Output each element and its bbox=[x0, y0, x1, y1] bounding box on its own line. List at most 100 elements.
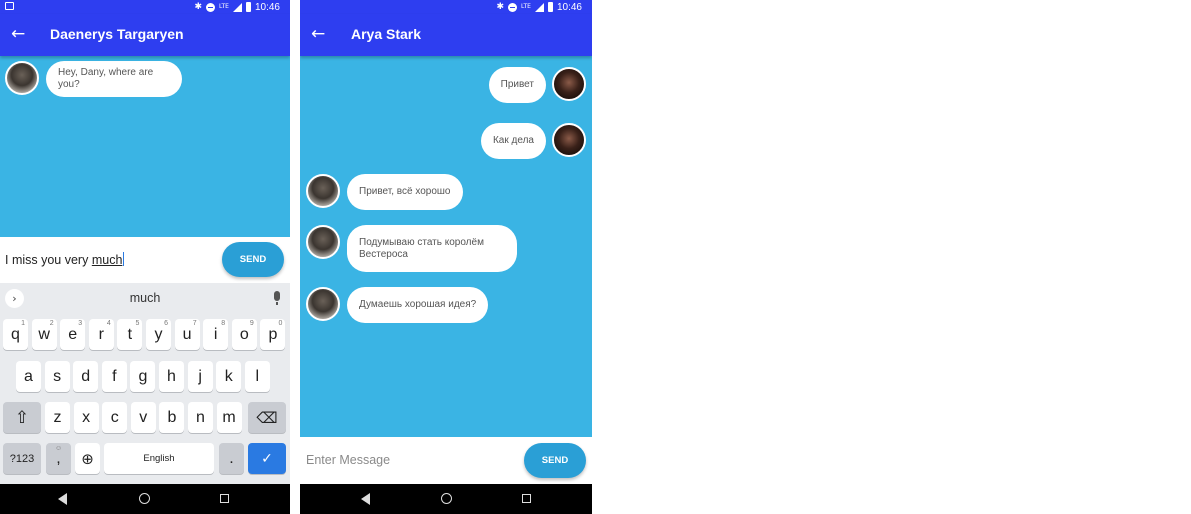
key-label: k bbox=[224, 367, 233, 385]
typed-text: I miss you very bbox=[5, 253, 92, 267]
message-composer: Enter Message SEND bbox=[300, 437, 592, 484]
key-label: j bbox=[198, 367, 202, 385]
letter-key[interactable]: p0 bbox=[260, 319, 286, 350]
letter-key[interactable]: t5 bbox=[117, 319, 143, 350]
clock: 10:46 bbox=[556, 1, 582, 13]
signal-icon bbox=[534, 2, 544, 12]
letter-key[interactable]: l bbox=[244, 361, 270, 392]
letter-key[interactable]: d bbox=[73, 361, 99, 392]
app-bar: ← Arya Stark bbox=[300, 14, 592, 56]
message-input[interactable]: I miss you very much bbox=[5, 252, 125, 267]
letter-key[interactable]: q1 bbox=[3, 319, 28, 350]
key-hint: 7 bbox=[192, 320, 197, 327]
key-label: c bbox=[110, 408, 119, 426]
bluetooth-icon: ✱ bbox=[496, 2, 504, 12]
soft-keyboard: › much ⇧ ⌫ ?123 , ☺ ⊕ English . ✓ q 1 w … bbox=[0, 283, 290, 484]
key-label: t bbox=[127, 325, 133, 343]
key-hint: 9 bbox=[249, 320, 254, 327]
shift-icon: ⇧ bbox=[14, 407, 30, 428]
nav-back-icon[interactable] bbox=[361, 493, 370, 505]
letter-key[interactable]: c bbox=[102, 402, 128, 433]
nav-back-icon[interactable] bbox=[58, 493, 67, 505]
clock: 10:46 bbox=[254, 1, 280, 13]
back-arrow-icon[interactable]: ← bbox=[11, 24, 25, 44]
suggestion-strip: › much bbox=[0, 283, 290, 313]
letter-key[interactable]: n bbox=[188, 402, 213, 433]
letter-key[interactable]: u7 bbox=[174, 319, 200, 350]
letter-key[interactable]: x bbox=[73, 402, 99, 433]
message-bubble-sent: Привет bbox=[488, 67, 546, 103]
globe-icon: ⊕ bbox=[81, 449, 94, 468]
letter-key[interactable]: g bbox=[130, 361, 156, 392]
system-nav-bar bbox=[300, 484, 592, 514]
avatar bbox=[306, 225, 340, 259]
key-label: h bbox=[167, 367, 176, 385]
key-label: q bbox=[11, 325, 20, 343]
shift-key[interactable]: ⇧ bbox=[3, 402, 41, 433]
key-hint: 2 bbox=[49, 320, 54, 327]
space-key[interactable]: English bbox=[104, 443, 214, 474]
app-bar: ← Daenerys Targaryen bbox=[0, 14, 290, 56]
letter-key[interactable]: e3 bbox=[60, 319, 86, 350]
avatar bbox=[552, 123, 586, 157]
language-key[interactable]: ⊕ bbox=[75, 443, 100, 474]
message-bubble-received: Думаешь хорошая идея? bbox=[347, 287, 489, 323]
suggestion-word[interactable]: much bbox=[0, 291, 290, 305]
letter-key[interactable]: f bbox=[101, 361, 127, 392]
message-bubble-received: Привет, всё хорошо bbox=[347, 174, 463, 210]
key-hint: 3 bbox=[78, 320, 83, 327]
key-label: z bbox=[53, 408, 62, 426]
letter-key[interactable]: a bbox=[16, 361, 41, 392]
message-list[interactable]: Привет Как дела Привет, всё хорошо Подум… bbox=[300, 56, 592, 437]
battery-icon bbox=[245, 2, 251, 12]
network-type: LTE bbox=[218, 3, 229, 10]
letter-key[interactable]: k bbox=[216, 361, 242, 392]
letter-key[interactable]: w2 bbox=[31, 319, 57, 350]
composing-word: much bbox=[91, 253, 123, 267]
contact-name: Daenerys Targaryen bbox=[50, 26, 184, 42]
microphone-icon[interactable] bbox=[274, 291, 280, 305]
network-type: LTE bbox=[520, 3, 531, 10]
letter-key[interactable]: i8 bbox=[203, 319, 229, 350]
letter-key[interactable]: r4 bbox=[88, 319, 114, 350]
letter-key[interactable]: j bbox=[187, 361, 213, 392]
key-label: n bbox=[196, 408, 205, 426]
enter-key[interactable]: ✓ bbox=[248, 443, 286, 474]
send-button[interactable]: SEND bbox=[524, 443, 586, 478]
letter-key[interactable]: s bbox=[44, 361, 70, 392]
letter-key[interactable]: b bbox=[159, 402, 185, 433]
message-list[interactable]: Hey, Dany, where are you? bbox=[0, 56, 290, 237]
message-text: Подумываю стать королём Вестероса bbox=[359, 236, 484, 260]
letter-key[interactable]: z bbox=[45, 402, 70, 433]
key-hint: 8 bbox=[221, 320, 226, 327]
avatar bbox=[5, 61, 39, 95]
key-label: p bbox=[268, 325, 278, 343]
text-caret bbox=[123, 252, 125, 266]
key-label: v bbox=[139, 408, 148, 426]
letter-key[interactable]: v bbox=[130, 402, 156, 433]
key-label: i bbox=[213, 325, 218, 343]
message-text: Hey, Dany, where are you? bbox=[58, 67, 154, 90]
battery-icon bbox=[547, 2, 553, 12]
bluetooth-icon: ✱ bbox=[194, 2, 202, 12]
nav-home-icon[interactable] bbox=[441, 493, 452, 504]
key-label: b bbox=[167, 408, 177, 426]
letter-key[interactable]: o9 bbox=[231, 319, 257, 350]
letter-key[interactable]: h bbox=[159, 361, 184, 392]
send-button[interactable]: SEND bbox=[222, 242, 284, 277]
system-nav-bar bbox=[0, 484, 290, 514]
letter-key[interactable]: m bbox=[216, 402, 242, 433]
symbols-key[interactable]: ?123 bbox=[3, 443, 41, 474]
comma-key[interactable]: , ☺ bbox=[46, 443, 71, 474]
back-arrow-icon[interactable]: ← bbox=[311, 24, 325, 44]
message-composer: I miss you very much SEND bbox=[0, 237, 290, 283]
message-input[interactable]: Enter Message bbox=[306, 453, 390, 467]
nav-recents-icon[interactable] bbox=[220, 494, 229, 503]
backspace-key[interactable]: ⌫ bbox=[248, 402, 286, 433]
nav-recents-icon[interactable] bbox=[522, 494, 531, 503]
key-hint: 5 bbox=[135, 320, 140, 327]
period-key[interactable]: . bbox=[219, 443, 244, 474]
nav-home-icon[interactable] bbox=[139, 493, 150, 504]
key-hint: 6 bbox=[164, 320, 168, 327]
letter-key[interactable]: y6 bbox=[146, 319, 171, 350]
